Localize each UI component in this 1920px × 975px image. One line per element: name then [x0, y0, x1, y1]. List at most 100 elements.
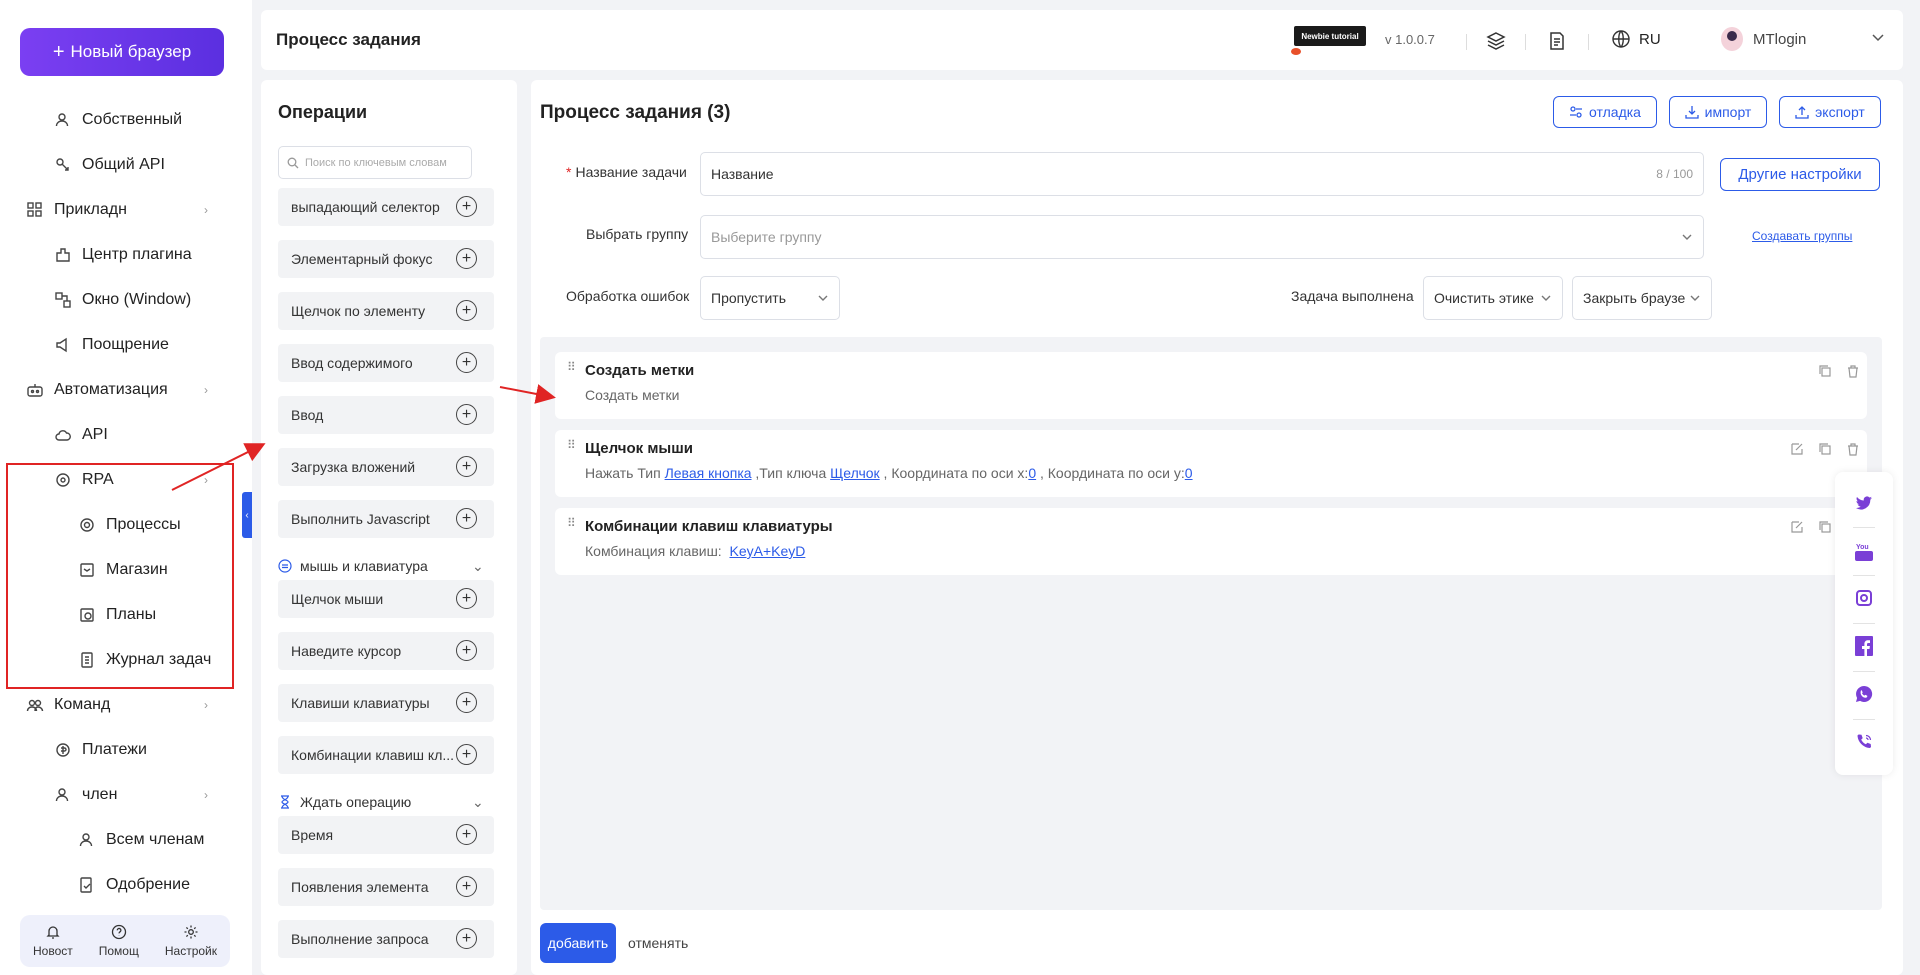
operations-search-input[interactable]: Поиск по ключевым словам [278, 146, 472, 179]
sidebar-item-apps[interactable]: Прикладн › [26, 195, 208, 225]
payment-icon [56, 743, 70, 757]
sidebar-item-shared-api[interactable]: Общий API [54, 150, 165, 180]
help-label: Помощ [98, 944, 139, 958]
y-coordinate-link[interactable]: 0 [1185, 465, 1193, 481]
operation-item[interactable]: Выполнение запроса + [278, 920, 494, 958]
task-done-select-2[interactable]: Закрыть браузе [1572, 276, 1712, 320]
youtube-icon[interactable]: You [1855, 541, 1873, 563]
plus-circle-icon[interactable]: + [456, 876, 477, 897]
plus-circle-icon[interactable]: + [456, 744, 477, 765]
operation-item[interactable]: Выполнить Javascript + [278, 500, 494, 538]
sidebar-item-own[interactable]: Собственный [54, 105, 182, 135]
export-button[interactable]: экспорт [1779, 96, 1881, 128]
chevron-down-icon[interactable] [1871, 30, 1885, 44]
operation-item[interactable]: Элементарный фокус + [278, 240, 494, 278]
news-button[interactable]: Новост [33, 924, 73, 958]
whatsapp-icon[interactable] [1855, 685, 1873, 703]
operation-item[interactable]: Щелчок мыши + [278, 580, 494, 618]
plus-circle-icon[interactable]: + [456, 824, 477, 845]
drag-handle-icon[interactable]: ⠿ [567, 361, 576, 373]
sidebar-item-approval[interactable]: Одобрение [78, 870, 190, 900]
trash-icon[interactable] [1846, 442, 1860, 456]
facebook-icon[interactable] [1855, 636, 1873, 656]
group-select[interactable]: Выберите группу [700, 215, 1704, 259]
plus-circle-icon[interactable]: + [456, 196, 477, 217]
plus-circle-icon[interactable]: + [456, 508, 477, 529]
operation-item[interactable]: Комбинации клавиш кл... + [278, 736, 494, 774]
phone-icon[interactable] [1855, 733, 1873, 751]
step-card[interactable]: ⠿ Комбинации клавиш клавиатуры Комбинаци… [555, 508, 1867, 575]
copy-icon[interactable] [1818, 364, 1832, 378]
sidebar-item-all-members[interactable]: Всем членам [78, 825, 204, 855]
create-groups-link[interactable]: Создавать группы [1752, 229, 1852, 243]
user-menu[interactable]: MTlogin [1721, 27, 1806, 51]
language-label: RU [1639, 30, 1661, 48]
hourglass-icon [281, 795, 289, 809]
new-browser-button[interactable]: + Новый браузер [20, 28, 224, 76]
copy-icon[interactable] [1818, 442, 1832, 456]
operation-item[interactable]: Щелчок по элементу + [278, 292, 494, 330]
operation-item[interactable]: Загрузка вложений + [278, 448, 494, 486]
key-type-link[interactable]: Щелчок [830, 465, 880, 481]
drag-handle-icon[interactable]: ⠿ [567, 517, 576, 529]
debug-button[interactable]: отладка [1553, 96, 1657, 128]
plus-circle-icon[interactable]: + [456, 640, 477, 661]
sidebar-item-member[interactable]: член › [54, 780, 208, 810]
document-list-icon[interactable] [1546, 30, 1568, 52]
sidebar-item-api[interactable]: API [54, 420, 108, 450]
plus-circle-icon[interactable]: + [456, 404, 477, 425]
sidebar-item-plugin-center[interactable]: Центр плагина [54, 240, 192, 270]
section-wait[interactable]: Ждать операцию ⌄ [278, 794, 494, 810]
globe-icon [1612, 30, 1630, 48]
error-handling-select[interactable]: Пропустить [700, 276, 840, 320]
plus-circle-icon[interactable]: + [456, 456, 477, 477]
operation-item[interactable]: Появления элемента + [278, 868, 494, 906]
divider [1853, 623, 1875, 624]
copy-icon[interactable] [1818, 520, 1832, 534]
operation-item[interactable]: Ввод содержимого + [278, 344, 494, 382]
newbie-tutorial-button[interactable]: Newbie tutorial [1294, 26, 1366, 46]
sidebar-collapse-toggle[interactable]: ‹ [242, 492, 252, 538]
step-card[interactable]: ⠿ Создать метки Создать метки [555, 352, 1867, 419]
edit-icon[interactable] [1790, 520, 1804, 534]
sidebar-item-automation[interactable]: Автоматизация › [26, 375, 208, 405]
operation-item[interactable]: Время + [278, 816, 494, 854]
operation-item[interactable]: Ввод + [278, 396, 494, 434]
button-type-link[interactable]: Левая кнопка [665, 465, 752, 481]
key-combo-link[interactable]: KeyA+KeyD [729, 543, 805, 559]
import-button[interactable]: импорт [1669, 96, 1767, 128]
trash-icon[interactable] [1846, 364, 1860, 378]
plus-circle-icon[interactable]: + [456, 248, 477, 269]
plus-circle-icon[interactable]: + [456, 928, 477, 949]
section-mouse-keyboard[interactable]: мышь и клавиатура ⌄ [278, 558, 494, 574]
operation-item[interactable]: Наведите курсор + [278, 632, 494, 670]
other-settings-button[interactable]: Другие настройки [1720, 158, 1880, 191]
step-card[interactable]: ⠿ Щелчок мыши Нажать Тип Левая кнопка ,Т… [555, 430, 1867, 497]
sidebar-item-team[interactable]: Команд › [26, 690, 208, 720]
settings-button[interactable]: Настройк [165, 924, 217, 958]
cancel-button[interactable]: отменять [628, 935, 688, 951]
task-name-input[interactable]: Название 8 / 100 [700, 152, 1704, 196]
x-coordinate-link[interactable]: 0 [1028, 465, 1036, 481]
task-done-select-1[interactable]: Очистить этике [1423, 276, 1563, 320]
plus-circle-icon[interactable]: + [456, 588, 477, 609]
add-button[interactable]: добавить [540, 923, 616, 963]
sidebar-item-window[interactable]: Окно (Window) [54, 285, 191, 315]
edit-icon[interactable] [1790, 442, 1804, 456]
sidebar-bottom-bar: Новост Помощ Настройк [20, 915, 230, 967]
sidebar-item-payments[interactable]: Платежи [54, 735, 147, 765]
sidebar-item-promotion[interactable]: Поощрение [54, 330, 169, 360]
operation-item[interactable]: выпадающий селектор + [278, 188, 494, 226]
operation-item[interactable]: Клавиши клавиатуры + [278, 684, 494, 722]
layers-icon[interactable] [1485, 30, 1507, 52]
help-button[interactable]: Помощ [99, 924, 139, 958]
twitter-icon[interactable] [1855, 494, 1873, 512]
plus-circle-icon[interactable]: + [456, 300, 477, 321]
plus-circle-icon[interactable]: + [456, 352, 477, 373]
instagram-icon[interactable] [1855, 589, 1873, 607]
language-selector[interactable]: RU [1611, 29, 1661, 49]
divider [1466, 34, 1467, 50]
plus-circle-icon[interactable]: + [456, 692, 477, 713]
sidebar-item-label: Автоматизация [54, 381, 168, 398]
drag-handle-icon[interactable]: ⠿ [567, 439, 576, 451]
